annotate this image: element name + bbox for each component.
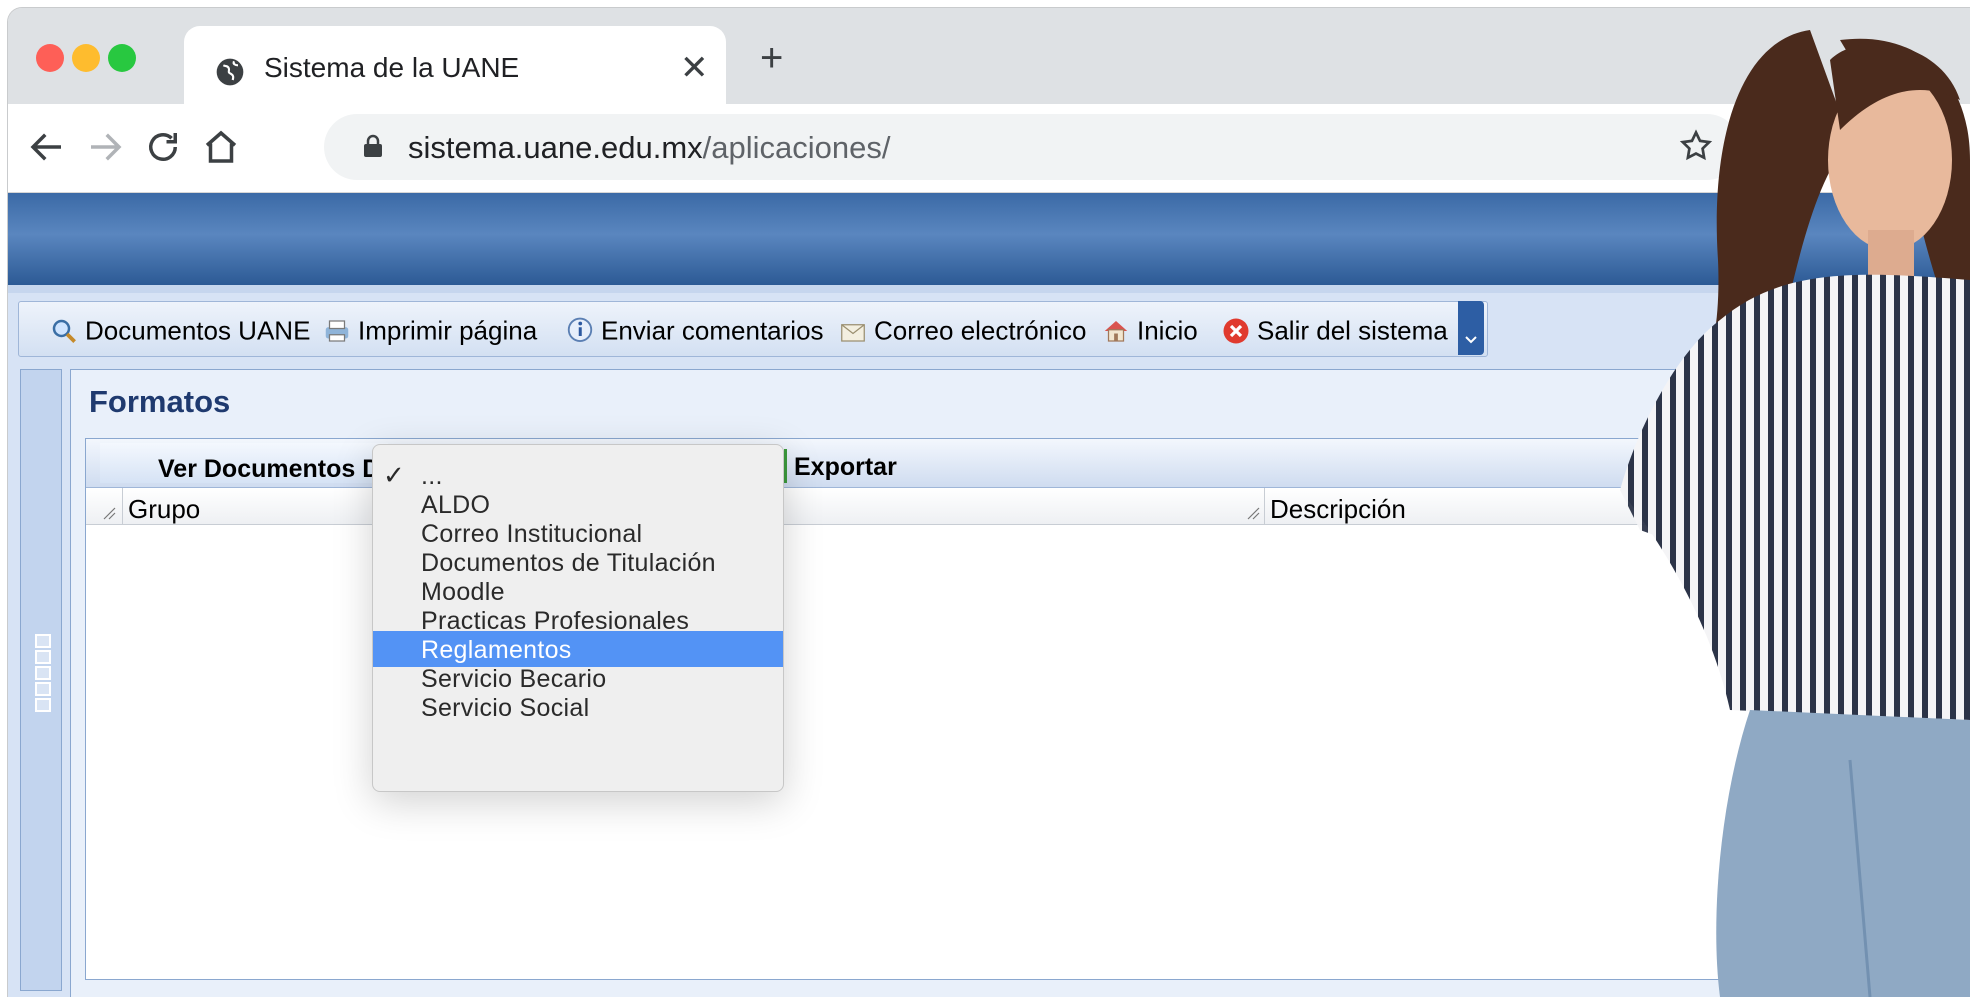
column-resize-icon[interactable]: [102, 506, 116, 520]
new-tab-button[interactable]: +: [760, 38, 783, 78]
exit-icon: [1223, 318, 1249, 344]
action-label: Inicio: [1137, 315, 1198, 346]
address-bar[interactable]: sistema.uane.edu.mx/aplicaciones/: [324, 114, 1740, 180]
drag-grip: [35, 634, 51, 648]
url-host: sistema.uane.edu.mx: [408, 130, 703, 165]
close-tab-icon[interactable]: ✕: [680, 48, 709, 88]
action-label: Correo electrónico: [874, 315, 1087, 346]
search-icon: [52, 319, 76, 344]
toolbar-overflow-button[interactable]: [1458, 301, 1484, 355]
globe-icon: [216, 58, 244, 86]
student-photo: [1620, 30, 1970, 997]
enviar-comentarios-button[interactable]: Enviar comentarios: [565, 314, 824, 346]
column-resize-icon[interactable]: [1246, 506, 1260, 520]
ver-documentos-label: Ver Documentos D: [158, 455, 381, 483]
collapsed-side-panel[interactable]: [20, 369, 62, 991]
action-label: Salir del sistema: [1257, 315, 1448, 346]
action-label: Enviar comentarios: [601, 315, 824, 346]
ver-documentos-select[interactable]: Ver Documentos D: [100, 443, 388, 483]
column-divider: [1264, 488, 1265, 524]
correo-electronico-button[interactable]: Correo electrónico: [838, 314, 1087, 346]
drag-grip: [35, 698, 51, 712]
imprimir-pagina-button[interactable]: Imprimir página: [322, 314, 538, 346]
column-divider: [122, 488, 123, 524]
group-dropdown-menu[interactable]: ✓ ... ALDO Correo Institucional Document…: [372, 444, 784, 792]
salir-del-sistema-button[interactable]: Salir del sistema: [1221, 314, 1448, 346]
dropdown-option[interactable]: Servicio Social: [373, 689, 783, 725]
column-header-grupo[interactable]: Grupo: [128, 494, 200, 525]
exportar-button[interactable]: Exportar: [794, 453, 897, 482]
documentos-uane-button[interactable]: Documentos UANE: [49, 314, 311, 346]
forward-arrow-icon[interactable]: [84, 126, 126, 168]
url-text: sistema.uane.edu.mx/aplicaciones/: [408, 130, 891, 166]
mail-icon: [841, 324, 865, 342]
panel-title: Formatos: [89, 384, 231, 419]
home-icon: [1104, 321, 1128, 342]
drag-grip: [35, 650, 51, 664]
export-icon: [784, 449, 787, 483]
action-toolbar: Documentos UANE Imprimir página Enviar c…: [18, 301, 1488, 357]
reload-icon[interactable]: [142, 126, 184, 168]
home-icon[interactable]: [200, 126, 242, 168]
info-icon: [567, 317, 593, 343]
url-path: /aplicaciones/: [702, 130, 891, 165]
column-header-descripcion[interactable]: Descripción: [1270, 494, 1406, 525]
printer-icon: [325, 320, 349, 342]
tab-title: Sistema de la UANE: [264, 52, 520, 83]
drag-grip: [35, 682, 51, 696]
close-window-button[interactable]: [36, 44, 64, 72]
minimize-window-button[interactable]: [72, 44, 100, 72]
inicio-button[interactable]: Inicio: [1101, 314, 1198, 346]
action-label: Documentos UANE: [85, 315, 311, 346]
maximize-window-button[interactable]: [108, 44, 136, 72]
browser-tab[interactable]: Sistema de la UANE ✕: [184, 26, 726, 106]
chevron-down-icon: [1465, 336, 1477, 344]
option-label: Servicio Social: [421, 694, 590, 722]
action-label: Imprimir página: [358, 315, 538, 346]
back-arrow-icon[interactable]: [26, 126, 68, 168]
lock-icon: [364, 134, 382, 157]
drag-grip: [35, 666, 51, 680]
